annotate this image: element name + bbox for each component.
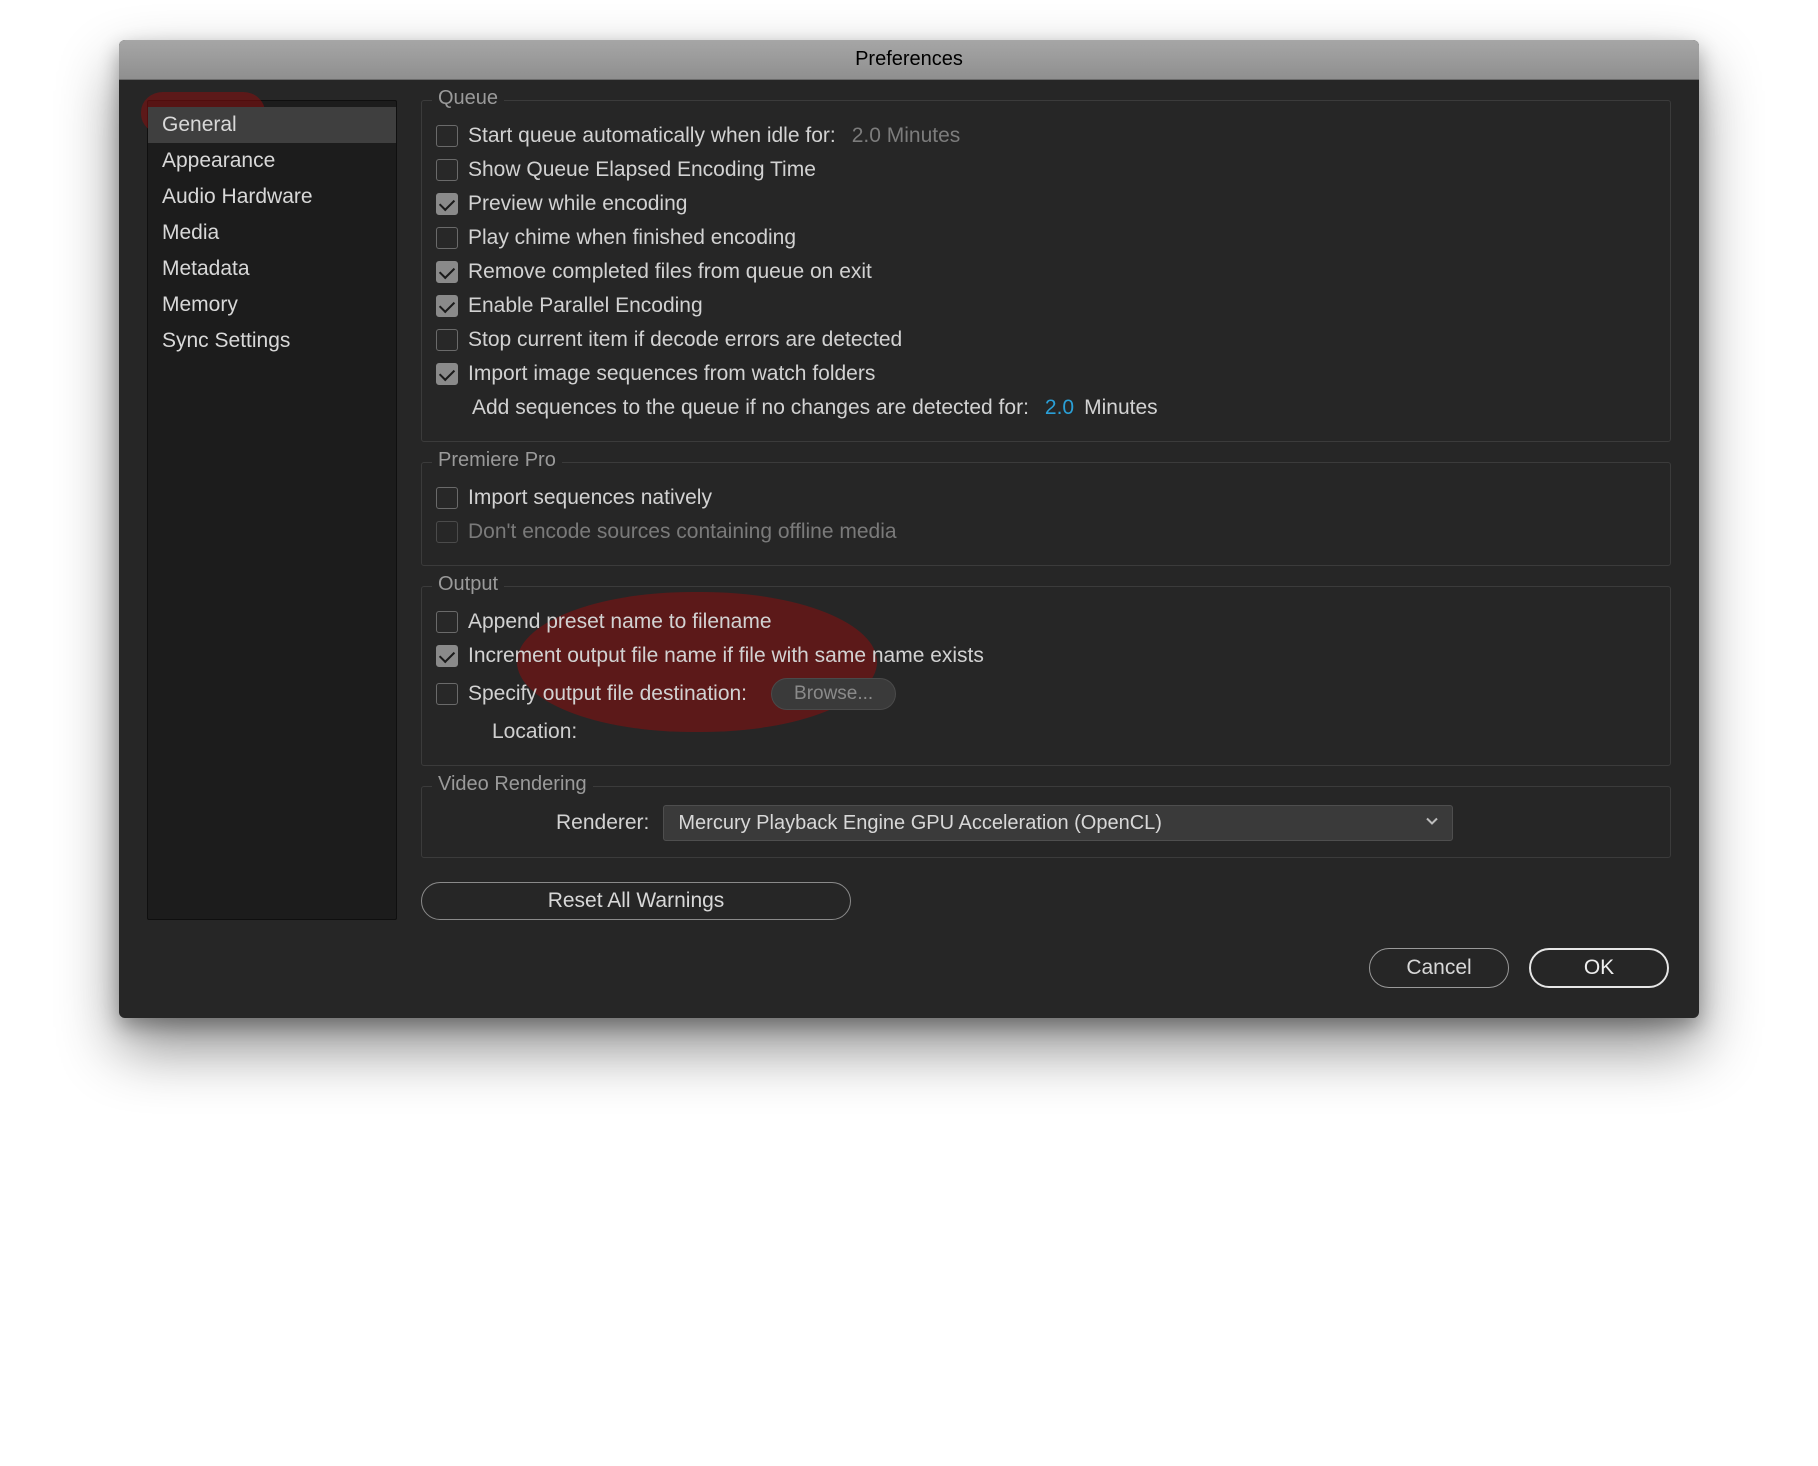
row-add-sequences: Add sequences to the queue if no changes… xyxy=(436,391,1656,425)
checkbox-remove-completed[interactable] xyxy=(436,261,458,283)
sidebar-item-metadata[interactable]: Metadata xyxy=(148,251,396,287)
ok-label: OK xyxy=(1584,956,1614,980)
checkbox-preview[interactable] xyxy=(436,193,458,215)
label-start-auto: Start queue automatically when idle for: xyxy=(468,124,836,148)
group-queue: Queue Start queue automatically when idl… xyxy=(421,100,1671,442)
label-increment: Increment output file name if file with … xyxy=(468,644,984,668)
renderer-select[interactable]: Mercury Playback Engine GPU Acceleration… xyxy=(663,805,1453,841)
chevron-down-icon xyxy=(1424,812,1440,835)
sidebar-item-label: Appearance xyxy=(162,149,275,172)
reset-warnings-button[interactable]: Reset All Warnings xyxy=(421,882,851,920)
group-video-rendering: Video Rendering Renderer: Mercury Playba… xyxy=(421,786,1671,858)
checkbox-append-preset[interactable] xyxy=(436,611,458,633)
cancel-button[interactable]: Cancel xyxy=(1369,948,1509,988)
row-import-native: Import sequences natively xyxy=(436,481,1656,515)
label-show-elapsed: Show Queue Elapsed Encoding Time xyxy=(468,158,816,182)
dialog-body: General Appearance Audio Hardware Media … xyxy=(119,80,1699,948)
row-dont-encode-offline: Don't encode sources containing offline … xyxy=(436,515,1656,549)
sidebar-item-sync-settings[interactable]: Sync Settings xyxy=(148,323,396,359)
browse-button[interactable]: Browse... xyxy=(771,678,896,710)
row-show-elapsed: Show Queue Elapsed Encoding Time xyxy=(436,153,1656,187)
sidebar-item-media[interactable]: Media xyxy=(148,215,396,251)
titlebar: Preferences xyxy=(119,40,1699,80)
sidebar-item-label: General xyxy=(162,113,237,136)
value-add-seq[interactable]: 2.0 xyxy=(1045,396,1074,420)
label-chime: Play chime when finished encoding xyxy=(468,226,796,250)
checkbox-show-elapsed[interactable] xyxy=(436,159,458,181)
checkbox-specify-dest[interactable] xyxy=(436,683,458,705)
row-import-watch: Import image sequences from watch folder… xyxy=(436,357,1656,391)
row-specify-dest: Specify output file destination: Browse.… xyxy=(436,673,1656,715)
main-panel: Queue Start queue automatically when idl… xyxy=(421,100,1671,920)
renderer-value: Mercury Playback Engine GPU Acceleration… xyxy=(678,812,1162,835)
sidebar-item-label: Memory xyxy=(162,293,238,316)
checkbox-stop-on-decode[interactable] xyxy=(436,329,458,351)
label-import-watch: Import image sequences from watch folder… xyxy=(468,362,875,386)
label-append-preset: Append preset name to filename xyxy=(468,610,772,634)
label-renderer: Renderer: xyxy=(556,811,649,835)
group-title-video: Video Rendering xyxy=(432,773,593,796)
sidebar-item-appearance[interactable]: Appearance xyxy=(148,143,396,179)
checkbox-import-watch[interactable] xyxy=(436,363,458,385)
label-import-native: Import sequences natively xyxy=(468,486,712,510)
row-chime: Play chime when finished encoding xyxy=(436,221,1656,255)
label-preview: Preview while encoding xyxy=(468,192,687,216)
sidebar-item-label: Sync Settings xyxy=(162,329,290,352)
row-remove-completed: Remove completed files from queue on exi… xyxy=(436,255,1656,289)
label-remove-completed: Remove completed files from queue on exi… xyxy=(468,260,872,284)
sidebar: General Appearance Audio Hardware Media … xyxy=(147,100,397,920)
reset-warnings-label: Reset All Warnings xyxy=(548,889,725,913)
checkbox-dont-encode-offline[interactable] xyxy=(436,521,458,543)
group-output: Output Append preset name to filename In… xyxy=(421,586,1671,766)
label-parallel: Enable Parallel Encoding xyxy=(468,294,703,318)
sidebar-item-memory[interactable]: Memory xyxy=(148,287,396,323)
cancel-label: Cancel xyxy=(1406,956,1471,980)
row-renderer: Renderer: Mercury Playback Engine GPU Ac… xyxy=(436,805,1656,841)
row-increment: Increment output file name if file with … xyxy=(436,639,1656,673)
row-preview: Preview while encoding xyxy=(436,187,1656,221)
label-specify-dest: Specify output file destination: xyxy=(468,682,747,706)
row-append-preset: Append preset name to filename xyxy=(436,605,1656,639)
sidebar-item-label: Metadata xyxy=(162,257,250,280)
checkbox-start-auto[interactable] xyxy=(436,125,458,147)
row-stop-on-decode: Stop current item if decode errors are d… xyxy=(436,323,1656,357)
group-title-queue: Queue xyxy=(432,87,504,110)
checkbox-increment[interactable] xyxy=(436,645,458,667)
label-add-seq: Add sequences to the queue if no changes… xyxy=(472,396,1029,420)
sidebar-item-label: Audio Hardware xyxy=(162,185,313,208)
row-location: Location: xyxy=(436,715,1656,749)
sidebar-item-label: Media xyxy=(162,221,219,244)
window-title: Preferences xyxy=(855,48,963,71)
sidebar-item-general[interactable]: General xyxy=(148,107,396,143)
label-location: Location: xyxy=(492,720,577,744)
value-start-auto: 2.0 Minutes xyxy=(852,124,961,148)
preferences-window: Preferences General Appearance Audio Har… xyxy=(119,40,1699,1018)
label-dont-encode-offline: Don't encode sources containing offline … xyxy=(468,520,897,544)
group-title-output: Output xyxy=(432,573,504,596)
checkbox-parallel[interactable] xyxy=(436,295,458,317)
checkbox-import-native[interactable] xyxy=(436,487,458,509)
group-premiere: Premiere Pro Import sequences natively D… xyxy=(421,462,1671,566)
ok-button[interactable]: OK xyxy=(1529,948,1669,988)
row-start-auto: Start queue automatically when idle for:… xyxy=(436,119,1656,153)
sidebar-item-audio-hardware[interactable]: Audio Hardware xyxy=(148,179,396,215)
unit-add-seq: Minutes xyxy=(1084,396,1158,420)
label-stop-on-decode: Stop current item if decode errors are d… xyxy=(468,328,902,352)
checkbox-chime[interactable] xyxy=(436,227,458,249)
dialog-footer: Cancel OK xyxy=(119,948,1699,1018)
row-parallel: Enable Parallel Encoding xyxy=(436,289,1656,323)
group-title-premiere: Premiere Pro xyxy=(432,449,562,472)
